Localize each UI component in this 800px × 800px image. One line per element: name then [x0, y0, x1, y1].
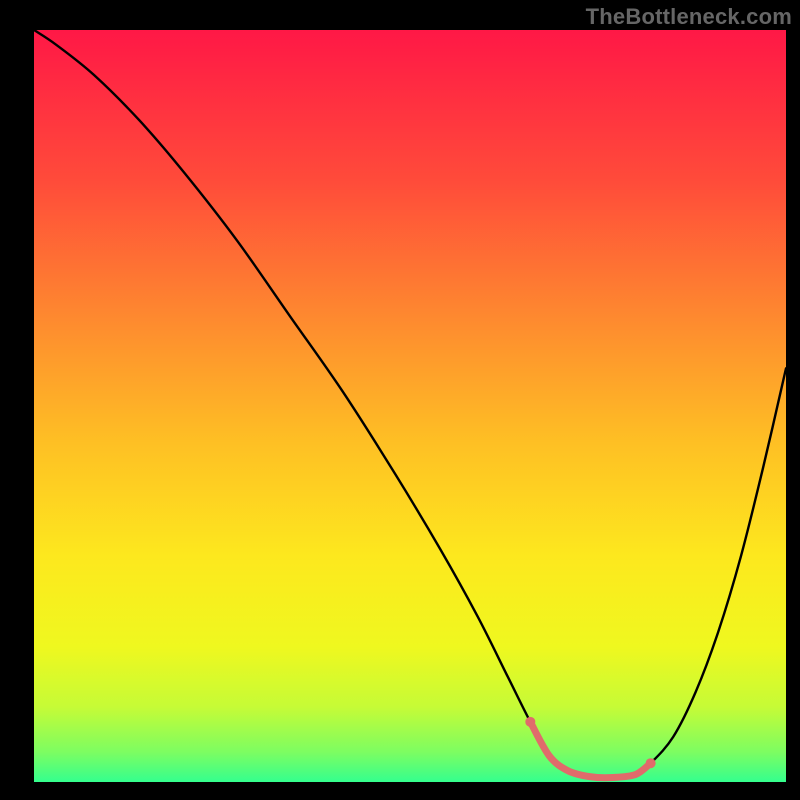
highlight-endpoint — [525, 717, 535, 727]
chart-svg — [34, 30, 786, 782]
chart-container: TheBottleneck.com — [0, 0, 800, 800]
gradient-background — [34, 30, 786, 782]
plot-area — [34, 30, 786, 782]
watermark-text: TheBottleneck.com — [586, 4, 792, 30]
highlight-endpoint — [646, 758, 656, 768]
